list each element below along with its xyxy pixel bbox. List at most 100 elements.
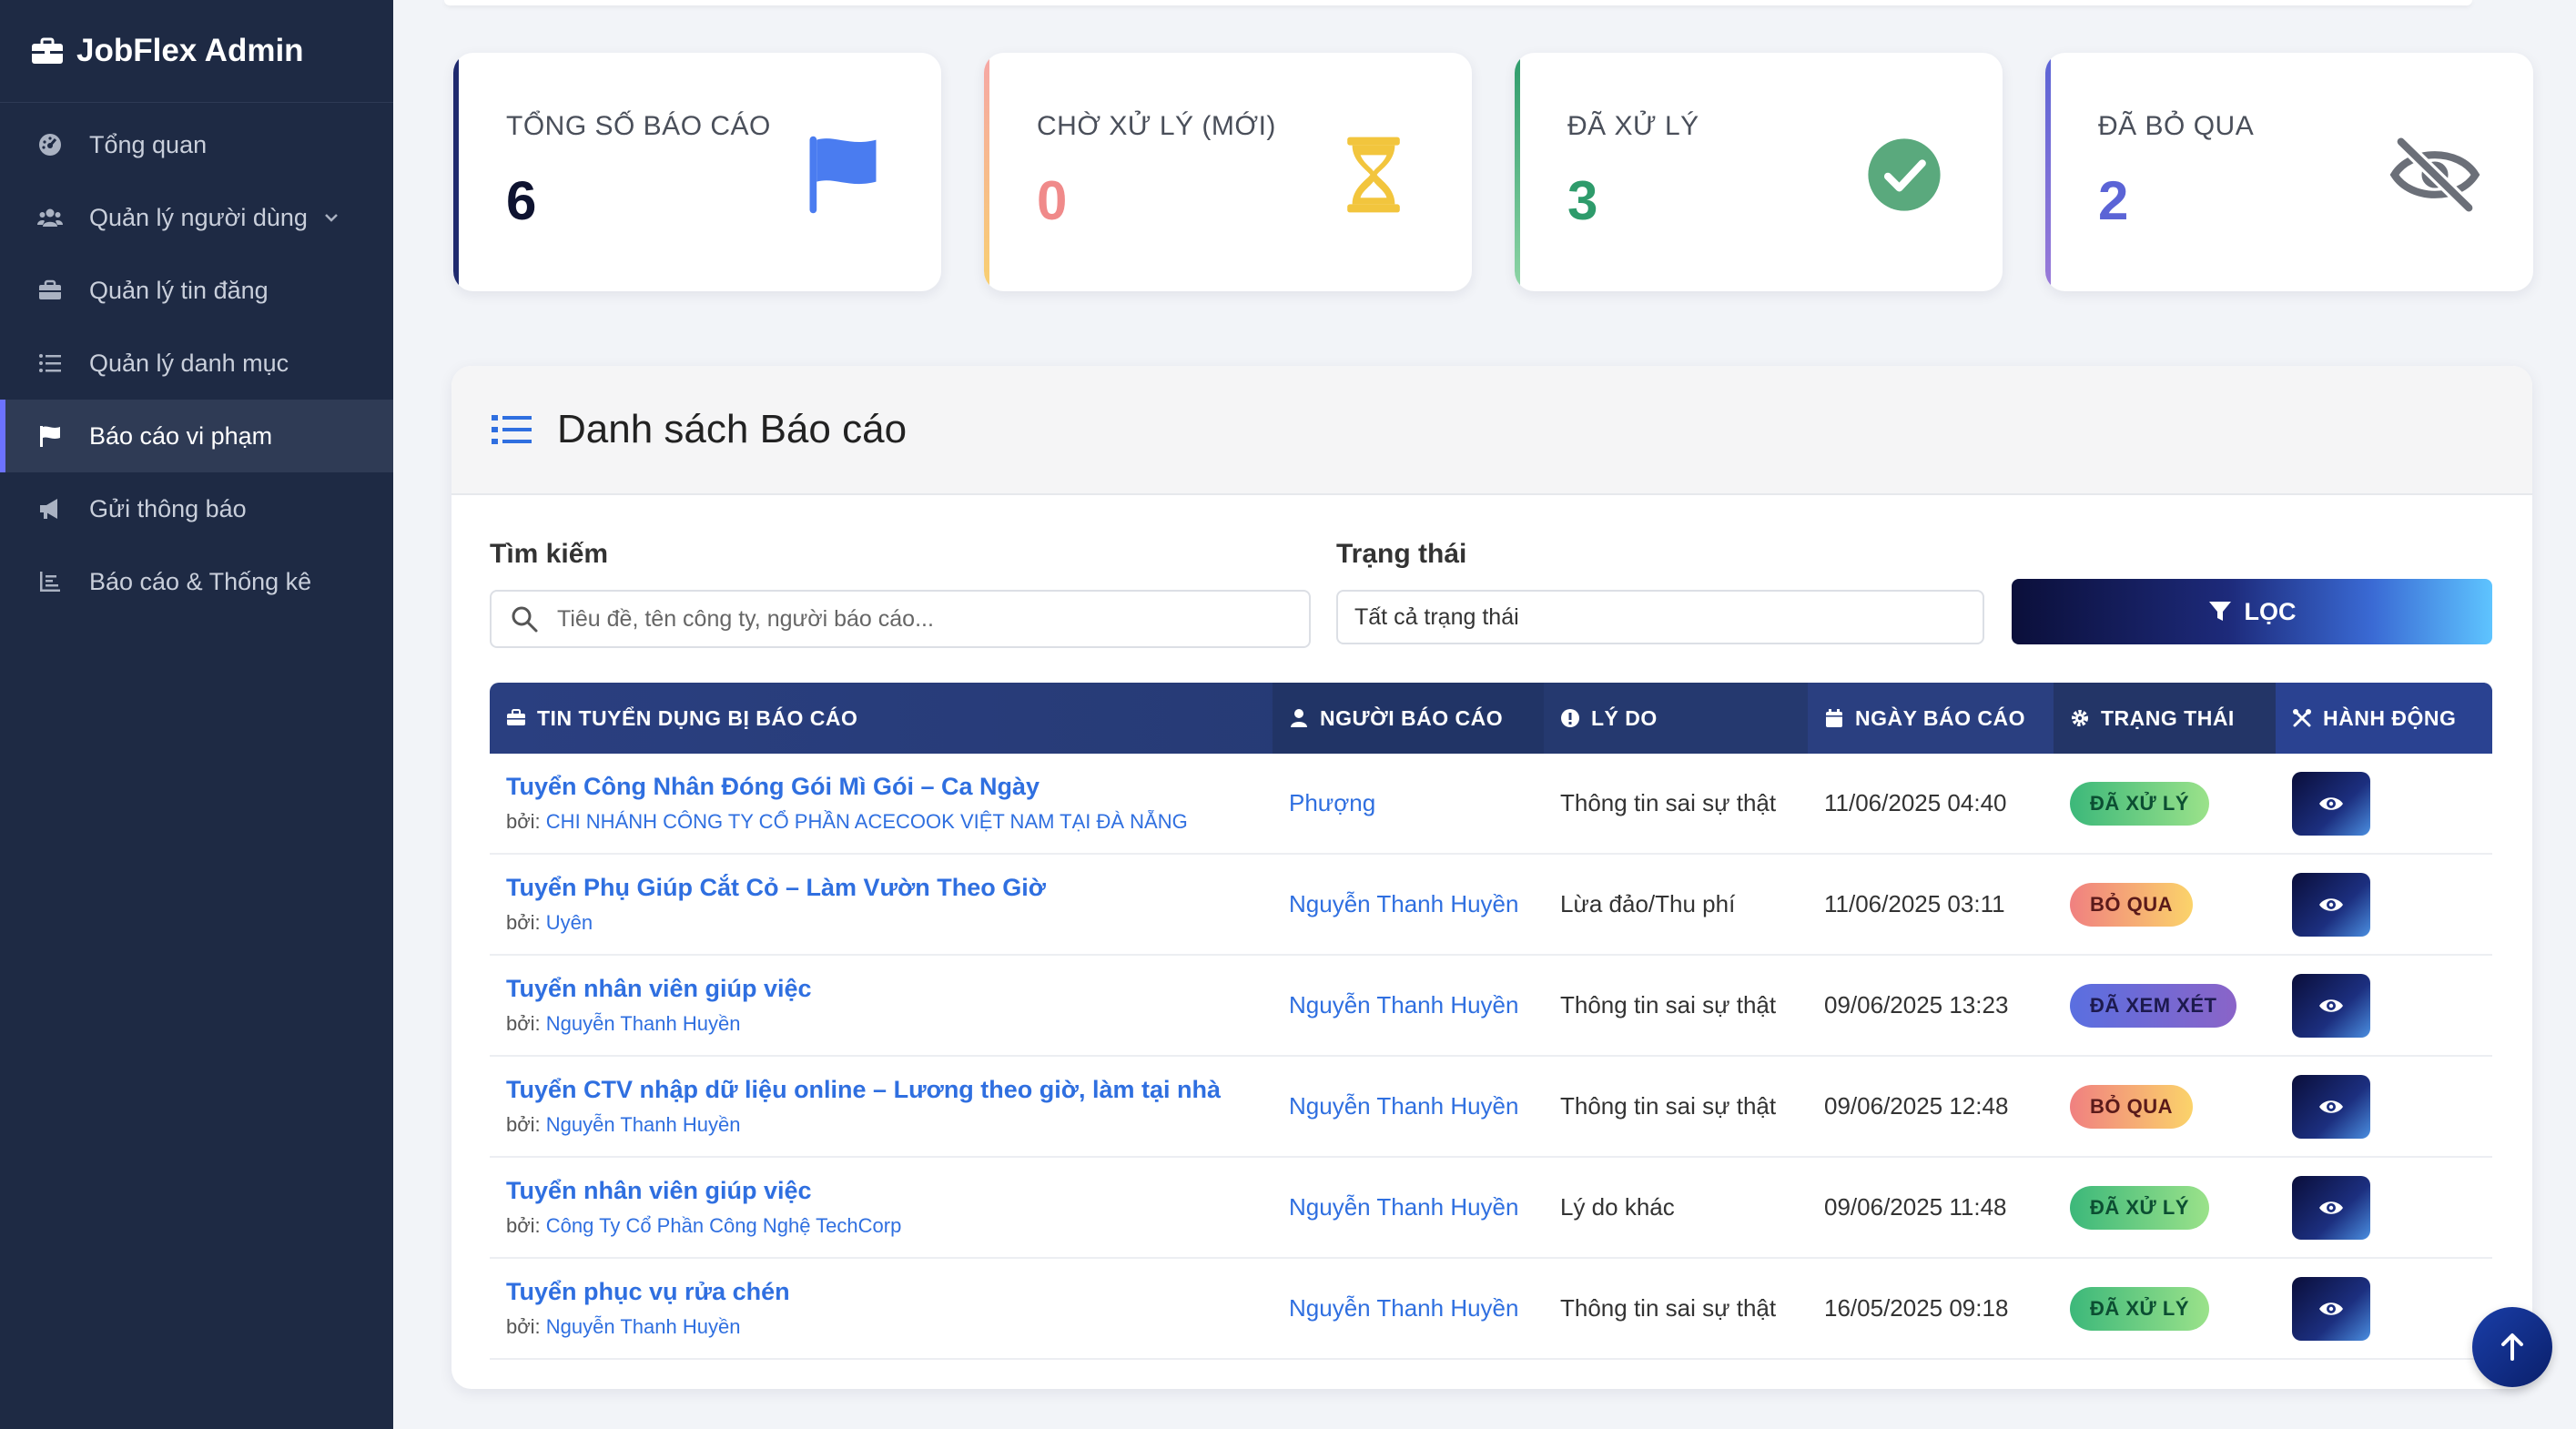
check-circle-icon (1859, 129, 1950, 220)
search-icon (512, 606, 538, 633)
job-company-link[interactable]: Nguyễn Thanh Huyền (546, 1315, 741, 1338)
sidebar-nav: Tổng quan Quản lý người dùng Quản lý tin… (0, 108, 393, 618)
filter-button-label: LỌC (2244, 597, 2297, 625)
action-cell (2276, 1175, 2492, 1240)
flag-icon (36, 422, 64, 450)
brand[interactable]: JobFlex Admin (0, 0, 393, 103)
eye-icon (2319, 897, 2343, 911)
sidebar-item-jobs[interactable]: Quản lý tin đăng (0, 254, 393, 327)
status-label: Trạng thái (1336, 539, 1467, 569)
column-header-label: TRẠNG THÁI (2101, 705, 2235, 730)
job-title-link[interactable]: Tuyển nhân viên giúp việc (506, 1177, 1273, 1205)
reporter-link[interactable]: Phượng (1273, 789, 1544, 817)
job-cell: Tuyển nhân viên giúp việc bởi: Công Ty C… (490, 1177, 1273, 1238)
filter-icon (2208, 602, 2231, 621)
main-content: TỔNG SỐ BÁO CÁO 6 CHỜ XỬ LÝ (MỚI) 0 ĐÃ X… (393, 0, 2576, 1429)
view-button[interactable] (2292, 973, 2370, 1038)
column-header-label: LÝ DO (1591, 705, 1658, 730)
job-cell: Tuyển Công Nhân Đóng Gói Mì Gói – Ca Ngà… (490, 773, 1273, 834)
sidebar-item-reports[interactable]: Báo cáo vi phạm (0, 400, 393, 472)
job-cell: Tuyển phục vụ rửa chén bởi: Nguyễn Thanh… (490, 1278, 1273, 1339)
job-cell: Tuyển Phụ Giúp Cắt Cỏ – Làm Vườn Theo Gi… (490, 874, 1273, 935)
sidebar-item-label: Tổng quan (89, 130, 208, 158)
sidebar-item-label: Báo cáo & Thống kê (89, 567, 312, 595)
job-title-link[interactable]: Tuyển Phụ Giúp Cắt Cỏ – Làm Vườn Theo Gi… (506, 874, 1273, 902)
reporter-link[interactable]: Nguyễn Thanh Huyền (1273, 1294, 1544, 1323)
column-header-reason[interactable]: LÝ DO (1544, 683, 1808, 754)
sidebar-item-label: Quản lý danh mục (89, 349, 289, 377)
job-company-link[interactable]: CHI NHÁNH CÔNG TY CỔ PHẦN ACECOOK VIỆT N… (546, 810, 1188, 833)
sidebar-item-statistics[interactable]: Báo cáo & Thống kê (0, 545, 393, 618)
sidebar-item-label: Gửi thông báo (89, 494, 247, 522)
by-prefix: bởi: (506, 1315, 541, 1338)
gear-icon (2072, 710, 2088, 726)
column-header-job[interactable]: TIN TUYỂN DỤNG BỊ BÁO CÁO (490, 683, 1273, 754)
filter-button[interactable]: LỌC (2012, 579, 2492, 644)
report-date: 11/06/2025 04:40 (1824, 789, 2007, 816)
briefcase-icon (36, 277, 64, 304)
column-header-action[interactable]: HÀNH ĐỘNG (2276, 683, 2492, 754)
list-icon (36, 350, 64, 377)
search-input[interactable] (555, 604, 1287, 633)
status-badge: BỎ QUA (2070, 882, 2193, 927)
sidebar-item-notifications[interactable]: Gửi thông báo (0, 472, 393, 545)
report-date: 11/06/2025 03:11 (1824, 890, 2005, 917)
column-header-status[interactable]: TRẠNG THÁI (2054, 683, 2276, 754)
status-select[interactable]: Tất cả trạng thái (1336, 590, 1984, 644)
view-button[interactable] (2292, 1276, 2370, 1341)
filter-bar: Tìm kiếm Trạng thái Tất cả trạng thái LỌ… (490, 539, 2492, 648)
reporter-link[interactable]: Nguyễn Thanh Huyền (1273, 890, 1544, 918)
card-accent (984, 53, 989, 291)
job-title-link[interactable]: Tuyển phục vụ rửa chén (506, 1278, 1273, 1306)
stat-value: 3 (1567, 170, 1598, 231)
reports-table: TIN TUYỂN DỤNG BỊ BÁO CÁO NGƯỜI BÁO CÁO … (490, 683, 2492, 1360)
action-cell (2276, 771, 2492, 836)
reason-text: Thông tin sai sự thật (1560, 1294, 1777, 1322)
scroll-to-top-button[interactable] (2472, 1307, 2552, 1387)
reason-text: Lý do khác (1560, 1193, 1675, 1221)
column-header-label: NGÀY BÁO CÁO (1855, 705, 2026, 730)
reporter-link[interactable]: Nguyễn Thanh Huyền (1273, 1193, 1544, 1221)
column-header-label: HÀNH ĐỘNG (2323, 705, 2457, 730)
reporter-link[interactable]: Nguyễn Thanh Huyền (1273, 991, 1544, 1019)
sidebar-item-dashboard[interactable]: Tổng quan (0, 108, 393, 181)
top-bar (444, 0, 2472, 5)
arrow-up-icon (2501, 1333, 2523, 1361)
job-company-link[interactable]: Uyên (546, 911, 593, 934)
view-button[interactable] (2292, 1074, 2370, 1139)
job-company-link[interactable]: Nguyễn Thanh Huyền (546, 1012, 741, 1035)
job-title-link[interactable]: Tuyển nhân viên giúp việc (506, 975, 1273, 1003)
table-row: Tuyển phục vụ rửa chén bởi: Nguyễn Thanh… (490, 1259, 2492, 1360)
column-header-date[interactable]: NGÀY BÁO CÁO (1808, 683, 2054, 754)
sidebar-item-users[interactable]: Quản lý người dùng (0, 181, 393, 254)
column-header-reporter[interactable]: NGƯỜI BÁO CÁO (1273, 683, 1544, 754)
search-field (490, 590, 1311, 648)
dashboard-icon (36, 131, 64, 158)
by-prefix: bởi: (506, 1113, 541, 1136)
hourglass-icon (1328, 129, 1419, 220)
chart-icon (36, 568, 64, 595)
status-badge: ĐÃ XỬ LÝ (2070, 1286, 2210, 1331)
briefcase-icon (32, 37, 63, 64)
view-button[interactable] (2292, 771, 2370, 836)
action-cell (2276, 1074, 2492, 1139)
card-accent (2045, 53, 2051, 291)
sidebar-item-categories[interactable]: Quản lý danh mục (0, 327, 393, 400)
action-cell (2276, 973, 2492, 1038)
job-title-link[interactable]: Tuyển CTV nhập dữ liệu online – Lương th… (506, 1076, 1273, 1104)
table-row: Tuyển Công Nhân Đóng Gói Mì Gói – Ca Ngà… (490, 754, 2492, 855)
reporter-link[interactable]: Nguyễn Thanh Huyền (1273, 1092, 1544, 1120)
job-company-link[interactable]: Nguyễn Thanh Huyền (546, 1113, 741, 1136)
action-cell (2276, 1276, 2492, 1341)
job-company-link[interactable]: Công Ty Cổ Phần Công Nghệ TechCorp (546, 1214, 902, 1237)
list-icon (492, 415, 532, 444)
job-title-link[interactable]: Tuyển Công Nhân Đóng Gói Mì Gói – Ca Ngà… (506, 773, 1273, 801)
view-button[interactable] (2292, 1175, 2370, 1240)
eye-icon (2319, 796, 2343, 810)
brand-name: JobFlex Admin (76, 33, 304, 68)
status-badge: ĐÃ XỬ LÝ (2070, 781, 2210, 826)
calendar-icon (1826, 709, 1842, 727)
card-accent (1515, 53, 1520, 291)
stat-label: TỔNG SỐ BÁO CÁO (506, 111, 771, 141)
view-button[interactable] (2292, 872, 2370, 937)
